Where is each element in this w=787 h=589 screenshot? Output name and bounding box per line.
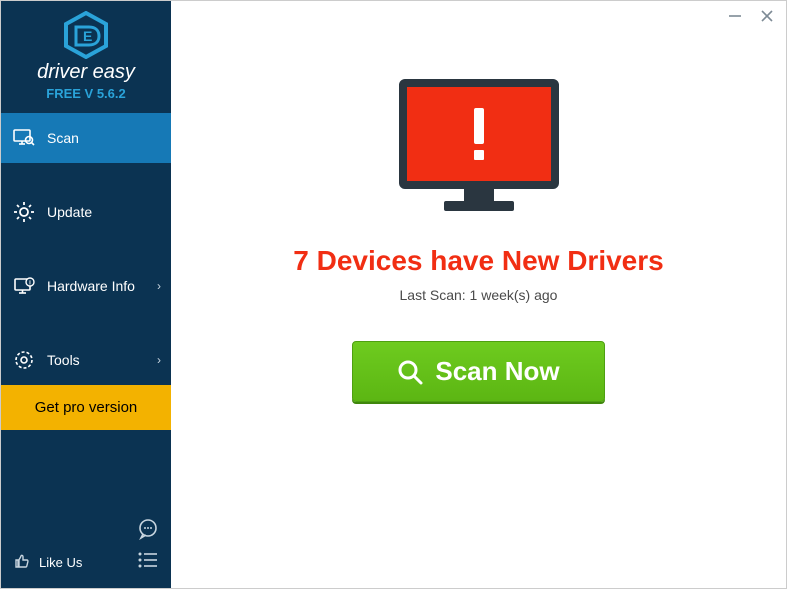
tools-icon <box>13 349 35 371</box>
nav-item-label: Update <box>47 204 92 220</box>
version-label: FREE V 5.6.2 <box>1 86 171 101</box>
nav-item-label: Tools <box>47 352 80 368</box>
search-icon <box>397 359 423 385</box>
gear-icon <box>13 201 35 223</box>
close-button[interactable] <box>758 7 776 25</box>
nav-item-label: Hardware Info <box>47 278 135 294</box>
feedback-icon[interactable] <box>137 518 159 545</box>
main-area: 7 Devices have New Drivers Last Scan: 1 … <box>171 1 786 588</box>
sidebar-bottom: Like Us <box>1 508 171 588</box>
monitor-search-icon <box>13 127 35 149</box>
nav-item-update[interactable]: Update <box>1 187 171 237</box>
nav-item-label: Scan <box>47 130 79 146</box>
alert-monitor-icon <box>399 79 559 219</box>
nav: Scan Update i Hardware Info › <box>1 113 171 385</box>
minimize-button[interactable] <box>726 7 744 25</box>
nav-item-scan[interactable]: Scan <box>1 113 171 163</box>
brand-name: driver easy <box>1 61 171 84</box>
scan-now-button[interactable]: Scan Now <box>352 341 604 402</box>
list-menu-icon[interactable] <box>137 551 159 574</box>
logo-area: E driver easy FREE V 5.6.2 <box>1 1 171 109</box>
nav-item-tools[interactable]: Tools › <box>1 335 171 385</box>
sidebar: E driver easy FREE V 5.6.2 Scan Update <box>1 1 171 588</box>
content: 7 Devices have New Drivers Last Scan: 1 … <box>171 1 786 402</box>
svg-text:E: E <box>83 28 92 44</box>
like-us-button[interactable]: Like Us <box>13 552 82 573</box>
nav-item-hardware-info[interactable]: i Hardware Info › <box>1 261 171 311</box>
window-controls <box>726 7 776 25</box>
chevron-right-icon: › <box>157 279 161 293</box>
last-scan-text: Last Scan: 1 week(s) ago <box>400 287 558 303</box>
like-us-label: Like Us <box>39 555 82 570</box>
exclamation-icon <box>472 108 486 160</box>
scan-now-label: Scan Now <box>435 356 559 387</box>
hardware-info-icon: i <box>13 275 35 297</box>
chevron-right-icon: › <box>157 353 161 367</box>
headline-text: 7 Devices have New Drivers <box>293 245 663 277</box>
get-pro-button[interactable]: Get pro version <box>1 385 171 430</box>
thumbs-up-icon <box>13 552 31 573</box>
logo-icon: E <box>1 11 171 59</box>
